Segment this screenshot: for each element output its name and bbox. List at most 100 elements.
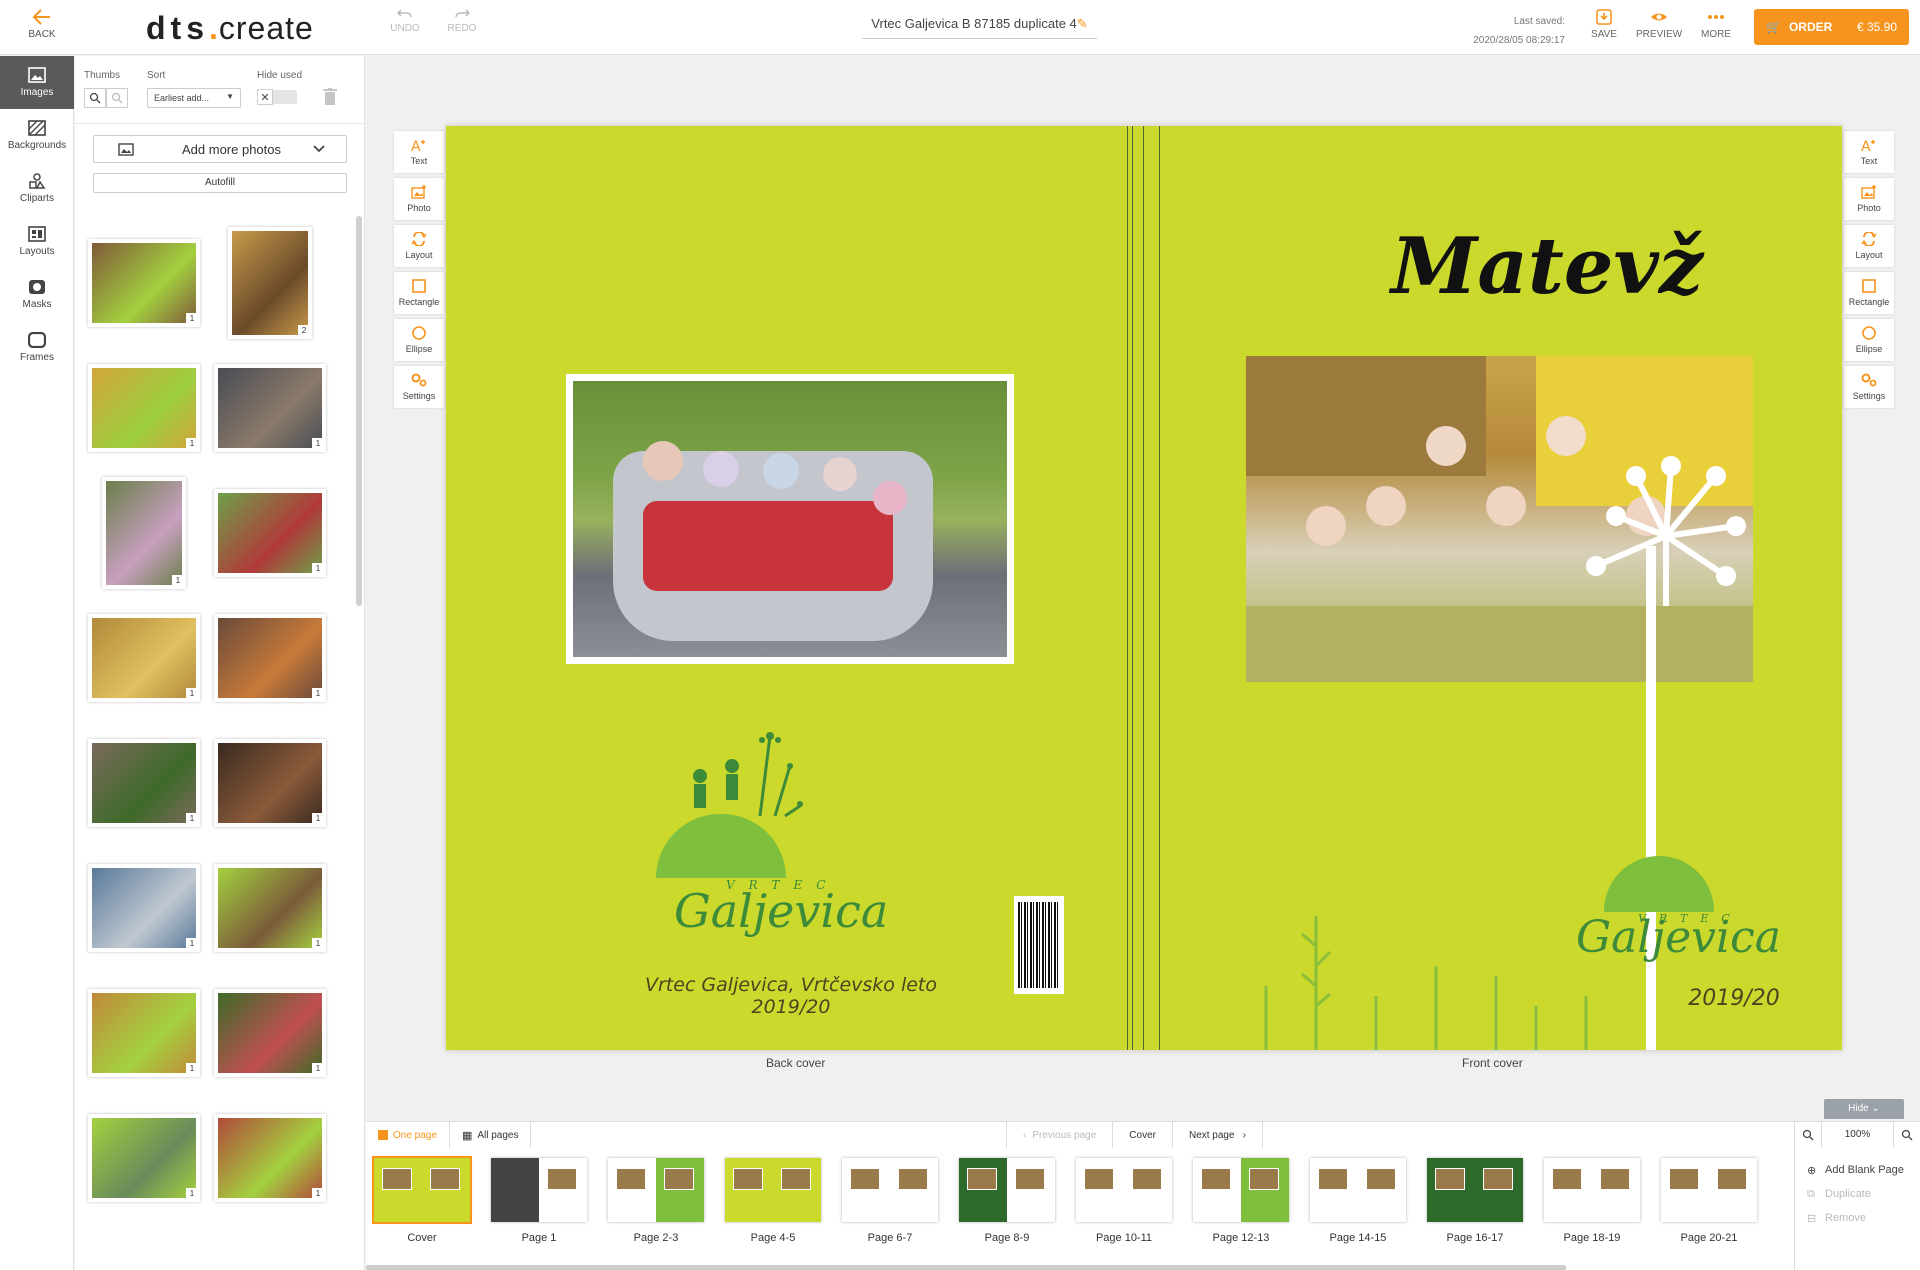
svg-text:A: A bbox=[1861, 139, 1871, 152]
back-cover-label: Back cover bbox=[766, 1056, 826, 1070]
back-cover-caption[interactable]: Vrtec Galjevica, Vrtčevsko leto 2019/20 bbox=[606, 974, 976, 1018]
photo-thumbnail[interactable]: 1 bbox=[88, 989, 200, 1077]
tool-text-button[interactable]: A Text bbox=[1844, 131, 1894, 173]
cover-spread[interactable]: VRTEC Galjevica Vrtec Galjevica, Vrtčevs… bbox=[446, 126, 1842, 1050]
page-strip-scrollbar[interactable] bbox=[366, 1265, 1566, 1270]
child-face-shape bbox=[873, 481, 907, 515]
rail-item-masks[interactable]: Masks bbox=[0, 268, 74, 321]
photo-thumbnail[interactable]: 1 bbox=[214, 864, 326, 952]
photo-thumbnail[interactable]: 1 bbox=[88, 239, 200, 327]
page-thumbnail[interactable] bbox=[1076, 1158, 1172, 1222]
page-thumbnail[interactable] bbox=[959, 1158, 1055, 1222]
sort-select[interactable]: Earliest add... ▼ bbox=[147, 88, 241, 108]
page-thumbnail[interactable] bbox=[1544, 1158, 1640, 1222]
page-thumbnail[interactable] bbox=[842, 1158, 938, 1222]
photo-thumbnail[interactable]: 1 bbox=[88, 1114, 200, 1202]
add-blank-page-button[interactable]: ⊕ Add Blank Page bbox=[1807, 1158, 1908, 1182]
rail-item-backgrounds[interactable]: Backgrounds bbox=[0, 109, 74, 162]
rail-item-images[interactable]: Images bbox=[0, 56, 74, 109]
tool-photo-button[interactable]: Photo bbox=[394, 178, 444, 220]
page-thumbnail-half bbox=[539, 1158, 587, 1222]
thumb-zoom-out-button[interactable] bbox=[84, 88, 106, 108]
tab-all-pages[interactable]: ▦ All pages bbox=[450, 1122, 532, 1148]
photo-thumbnail[interactable]: 1 bbox=[88, 864, 200, 952]
zoom-value[interactable]: 100% bbox=[1821, 1122, 1894, 1148]
thumb-zoom-in-button[interactable] bbox=[106, 88, 128, 108]
hide-used-toggle[interactable]: ✕ bbox=[257, 89, 297, 105]
view-mode-tabs: One page ▦ All pages bbox=[366, 1122, 532, 1148]
photo-thumbnail-image bbox=[92, 993, 196, 1073]
redo-button[interactable]: REDO bbox=[447, 8, 477, 34]
photo-thumbnail[interactable]: 2 bbox=[228, 227, 312, 339]
barcode-bars bbox=[1018, 902, 1060, 988]
tool-ellipse-button[interactable]: Ellipse bbox=[1844, 319, 1894, 361]
tool-settings-button[interactable]: Settings bbox=[394, 366, 444, 408]
photo-thumbnail-image bbox=[218, 618, 322, 698]
photo-thumbnail[interactable]: 1 bbox=[214, 364, 326, 452]
page-thumbnail[interactable] bbox=[725, 1158, 821, 1222]
more-dots-icon bbox=[1708, 15, 1724, 19]
page-thumbnail[interactable] bbox=[1427, 1158, 1523, 1222]
canvas-zoom-in-button[interactable] bbox=[1894, 1122, 1920, 1148]
settings-gear-icon bbox=[1861, 373, 1877, 391]
panel-scrollbar[interactable] bbox=[356, 216, 362, 606]
remove-page-button[interactable]: ⊟ Remove bbox=[1807, 1206, 1908, 1230]
page-thumbnail-photo bbox=[1366, 1168, 1396, 1190]
photo-thumbnail[interactable]: 1 bbox=[88, 739, 200, 827]
tool-text-button[interactable]: A Text bbox=[394, 131, 444, 173]
rail-item-layouts[interactable]: Layouts bbox=[0, 215, 74, 268]
more-button[interactable]: MORE bbox=[1700, 8, 1732, 40]
page-thumbnail[interactable] bbox=[1661, 1158, 1757, 1222]
copy-icon: ⧉ bbox=[1807, 1187, 1815, 1200]
tool-settings-button[interactable]: Settings bbox=[1844, 366, 1894, 408]
tool-ellipse-button[interactable]: Ellipse bbox=[394, 319, 444, 361]
undo-button[interactable]: UNDO bbox=[390, 8, 420, 34]
front-cover-title[interactable]: Matevž bbox=[1391, 221, 1703, 312]
photo-thumbnail[interactable]: 1 bbox=[214, 989, 326, 1077]
tab-one-page[interactable]: One page bbox=[366, 1122, 450, 1148]
undo-icon bbox=[397, 9, 412, 18]
back-cover-photo-frame[interactable] bbox=[566, 374, 1014, 664]
usage-count-badge: 1 bbox=[312, 563, 324, 575]
photo-thumbnail[interactable]: 1 bbox=[214, 739, 326, 827]
tool-rectangle-button[interactable]: Rectangle bbox=[1844, 272, 1894, 314]
page-thumbnail[interactable] bbox=[491, 1158, 587, 1222]
canvas-zoom-out-button[interactable] bbox=[1795, 1122, 1821, 1148]
tool-layout-button[interactable]: Layout bbox=[1844, 225, 1894, 267]
photo-thumbnail[interactable]: 1 bbox=[214, 614, 326, 702]
save-button[interactable]: SAVE bbox=[1588, 8, 1620, 40]
photo-thumbnail[interactable]: 1 bbox=[88, 364, 200, 452]
next-page-button[interactable]: Next page › bbox=[1171, 1122, 1263, 1148]
front-cover-year[interactable]: 2019/20 bbox=[1684, 986, 1784, 1011]
photo-thumbnail[interactable]: 1 bbox=[102, 477, 186, 589]
photo-thumbnail[interactable]: 1 bbox=[214, 489, 326, 577]
photo-thumbnail[interactable]: 1 bbox=[214, 1114, 326, 1202]
page-thumbnail-photo bbox=[1435, 1168, 1465, 1190]
add-more-photos-button[interactable]: Add more photos bbox=[93, 135, 347, 163]
project-title-field[interactable]: Vrtec Galjevica B 87185 duplicate 4✎ bbox=[862, 16, 1097, 39]
tool-rectangle-button[interactable]: Rectangle bbox=[394, 272, 444, 314]
page-thumbnail-photo bbox=[1552, 1168, 1582, 1190]
page-thumbnail-half bbox=[773, 1158, 821, 1222]
tool-photo-button[interactable]: Photo bbox=[1844, 178, 1894, 220]
back-button[interactable]: BACK bbox=[22, 8, 62, 40]
page-thumbnail[interactable] bbox=[372, 1156, 472, 1224]
rail-item-cliparts[interactable]: Cliparts bbox=[0, 162, 74, 215]
page-thumbnail[interactable] bbox=[1193, 1158, 1289, 1222]
photo-thumbnail[interactable]: 1 bbox=[88, 614, 200, 702]
duplicate-page-button[interactable]: ⧉ Duplicate bbox=[1807, 1182, 1908, 1206]
preview-button[interactable]: PREVIEW bbox=[1635, 8, 1683, 40]
autofill-button[interactable]: Autofill bbox=[93, 173, 347, 193]
hide-page-strip-button[interactable]: Hide ⌄ bbox=[1824, 1099, 1904, 1119]
rail-item-frames[interactable]: Frames bbox=[0, 321, 74, 374]
previous-page-button[interactable]: ‹ Previous page bbox=[1006, 1122, 1112, 1148]
page-thumbnail[interactable] bbox=[1310, 1158, 1406, 1222]
page-thumbnail-label: Page 20-21 bbox=[1680, 1232, 1738, 1244]
page-thumbnail-half bbox=[1241, 1158, 1289, 1222]
order-button[interactable]: 🛒 ORDER € 35.90 bbox=[1754, 9, 1909, 45]
usage-count-badge: 1 bbox=[312, 813, 324, 825]
tool-layout-button[interactable]: Layout bbox=[394, 225, 444, 267]
barcode bbox=[1014, 896, 1064, 994]
page-thumbnail[interactable] bbox=[608, 1158, 704, 1222]
trash-icon[interactable] bbox=[323, 88, 337, 106]
